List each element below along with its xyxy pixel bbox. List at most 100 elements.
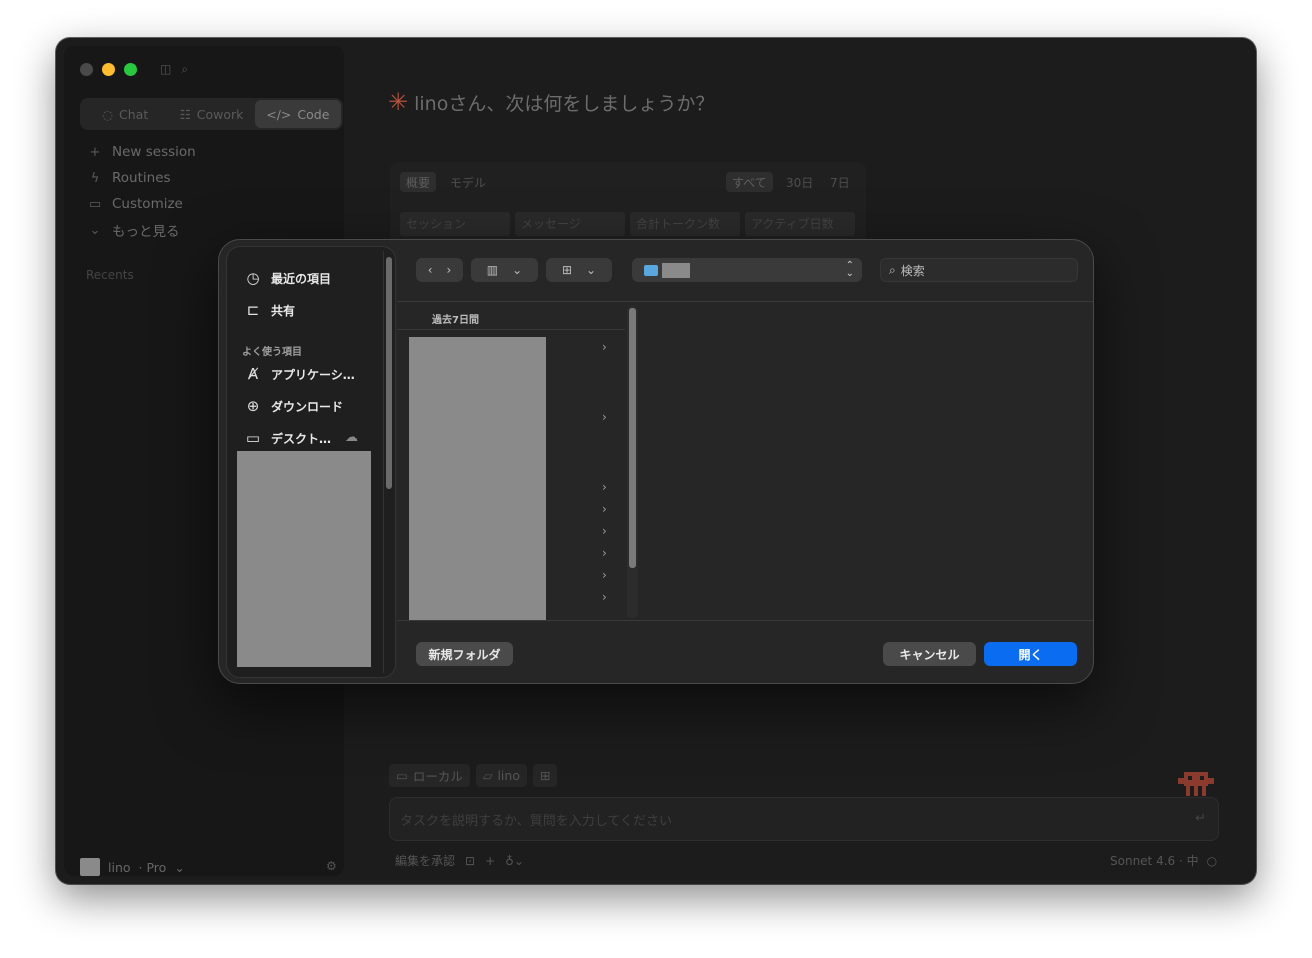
stat-active-days: アクティブ日数 <box>745 212 855 236</box>
chevron-left-icon[interactable]: ‹ <box>428 263 433 277</box>
chevron-down-icon: ⌄ <box>89 222 101 238</box>
sidebar-item-desktop[interactable]: ▭ デスクト… <box>243 427 331 449</box>
environment-chip[interactable]: ▭ ローカル <box>389 764 470 787</box>
user-name: lino <box>108 859 131 875</box>
close-button[interactable] <box>80 63 93 76</box>
avatar <box>80 858 100 876</box>
traffic-lights <box>80 63 137 76</box>
download-icon: ⊕ <box>246 397 260 415</box>
back-forward-buttons[interactable]: ‹ › <box>416 258 463 282</box>
columns-icon: ▥ <box>486 263 499 277</box>
path-popup[interactable]: ⌃ ⌄ <box>632 258 862 282</box>
tab-cowork[interactable]: ☷ Cowork <box>168 100 254 128</box>
sidebar-item-downloads[interactable]: ⊕ ダウンロード <box>243 395 343 417</box>
sidebar-toggle-icon[interactable]: ◫ <box>160 62 171 77</box>
clock-icon: ◷ <box>246 269 260 287</box>
sidebar-item-new-session[interactable]: + New session <box>80 139 330 165</box>
stat-messages: メッセージ <box>515 212 625 236</box>
user-menu[interactable]: lino · Pro ⌄ <box>80 858 185 876</box>
chevron-right-icon: › <box>602 524 607 538</box>
open-file-dialog: ◷ 最近の項目 ⊏ 共有 よく使う項目 Ⱥ アプリケーシ… ⊕ ダウンロード ▭ デスクト… <box>218 239 1094 684</box>
chevron-right-icon: › <box>602 480 607 494</box>
search-icon: ⌕ <box>889 262 896 277</box>
chevron-right-icon: › <box>602 546 607 560</box>
tab-chat[interactable]: ◌ Chat <box>82 100 168 128</box>
cowork-icon: ☷ <box>179 106 191 122</box>
scroll-thumb[interactable] <box>386 257 392 489</box>
dialog-sidebar: ◷ 最近の項目 ⊏ 共有 よく使う項目 Ⱥ アプリケーシ… ⊕ ダウンロード ▭ デスクト… <box>226 246 396 678</box>
folder-plus-icon: ⊞ <box>539 768 551 783</box>
accept-edits-toggle[interactable]: 編集を承認 <box>395 852 455 869</box>
folder-chip[interactable]: ▱ lino <box>475 764 527 787</box>
composer-toolbar: 編集を承認 ⊡ + ♁⌄ <box>395 852 524 869</box>
add-folder-chip[interactable]: ⊞ <box>532 764 558 787</box>
sidebar-item-customize[interactable]: ▭ Customize <box>80 191 330 217</box>
plus-icon[interactable]: + <box>485 854 495 868</box>
divider <box>397 329 625 330</box>
group-by-button[interactable]: ⊞ ⌄ <box>546 258 612 282</box>
status-circle-icon: ○ <box>1206 853 1218 868</box>
cancel-button[interactable]: キャンセル <box>883 642 976 666</box>
plus-icon: + <box>89 144 101 160</box>
redacted-area <box>237 451 371 667</box>
scroll-thumb[interactable] <box>629 308 636 568</box>
mic-icon[interactable]: ♁⌄ <box>505 854 524 868</box>
sidebar-item-applications[interactable]: Ⱥ アプリケーシ… <box>243 363 355 385</box>
open-button[interactable]: 開く <box>984 642 1077 666</box>
redacted-folder-name <box>662 262 690 278</box>
laptop-icon: ▭ <box>396 768 408 783</box>
sparkle-icon: ✳ <box>388 88 409 116</box>
sidebar-nav: + New session ϟ Routines ▭ Customize ⌄ もっと見る <box>80 139 330 243</box>
range-30d[interactable]: 30日 <box>780 172 819 192</box>
shared-folder-icon: ⊏ <box>246 301 260 319</box>
sidebar-item-routines[interactable]: ϟ Routines <box>80 165 330 191</box>
new-folder-button[interactable]: 新規フォルダ <box>416 642 513 666</box>
stat-tokens: 合計トークン数 <box>630 212 740 236</box>
tab-models[interactable]: モデル <box>444 172 492 192</box>
user-plan: · Pro <box>138 859 167 875</box>
model-selector[interactable]: Sonnet 4.6 · 中 ○ <box>1110 852 1217 869</box>
file-list-scrollbar[interactable] <box>627 306 638 618</box>
zoom-button[interactable] <box>124 63 137 76</box>
chevron-right-icon: › <box>602 502 607 516</box>
briefcase-icon: ▭ <box>88 196 102 212</box>
chevron-down-icon: ⌄ <box>174 859 185 875</box>
sidebar-item-shared[interactable]: ⊏ 共有 <box>243 299 295 321</box>
range-7d[interactable]: 7日 <box>824 172 856 192</box>
bolt-icon: ϟ <box>90 170 100 186</box>
attach-icon[interactable]: ⊡ <box>465 854 475 868</box>
up-down-chevron-icon: ⌃ ⌄ <box>845 260 854 279</box>
send-icon[interactable]: ↵ <box>1195 811 1206 826</box>
divider <box>397 620 1093 621</box>
minimize-button[interactable] <box>102 63 115 76</box>
range-all[interactable]: すべて <box>726 172 773 192</box>
context-chips: ▭ ローカル ▱ lino ⊞ <box>389 764 558 787</box>
search-field[interactable]: ⌕ 検索 <box>880 258 1078 282</box>
prompt-input[interactable]: タスクを説明するか、質問を入力してください ↵ <box>389 797 1219 841</box>
page-title: ✳ linoさん、次は何をしましょうか？ <box>388 88 715 116</box>
column-heading: 過去7日間 <box>432 315 479 326</box>
search-icon[interactable]: ⌕ <box>181 62 188 77</box>
sidebar-item-recents[interactable]: ◷ 最近の項目 <box>243 267 331 289</box>
mascot-icon <box>1178 772 1214 796</box>
favorites-heading: よく使う項目 <box>242 347 302 358</box>
folder-icon <box>644 264 658 276</box>
tab-overview[interactable]: 概要 <box>400 172 437 192</box>
sidebar-scrollbar[interactable] <box>383 251 392 673</box>
chevron-right-icon[interactable]: › <box>447 263 452 277</box>
chevron-down-icon: ⌄ <box>512 263 523 277</box>
desktop-icon: ▭ <box>245 429 261 447</box>
redacted-file-list[interactable] <box>409 337 546 620</box>
chevron-down-icon: ⌄ <box>586 263 597 277</box>
chevron-right-icon: › <box>602 590 607 604</box>
recents-heading: Recents <box>86 268 134 282</box>
grid-icon: ⊞ <box>561 263 572 277</box>
view-mode-button[interactable]: ▥ ⌄ <box>471 258 538 282</box>
chat-icon: ◌ <box>102 106 114 122</box>
chevron-right-icon: › <box>602 340 607 354</box>
chevron-right-icon: › <box>602 410 607 424</box>
tab-code[interactable]: </> Code <box>254 100 341 128</box>
code-icon: </> <box>266 106 292 122</box>
settings-icon[interactable]: ⚙ <box>326 859 337 873</box>
divider <box>397 301 1093 302</box>
